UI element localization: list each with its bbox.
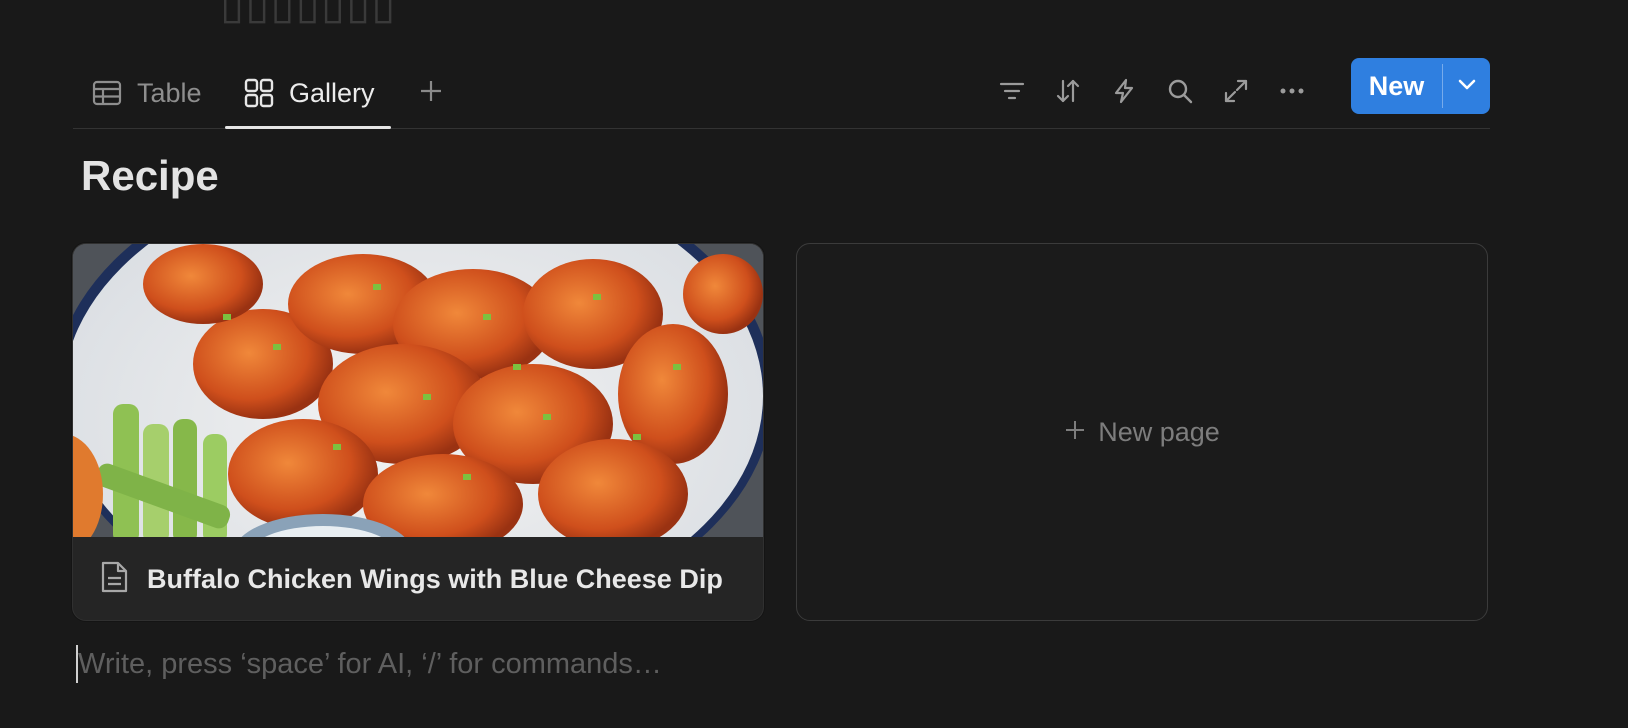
- filter-button[interactable]: [994, 75, 1030, 111]
- sort-icon: [1054, 77, 1082, 110]
- card-cover-image: [73, 244, 763, 537]
- tab-table[interactable]: Table: [91, 58, 202, 128]
- page-icon: [99, 560, 129, 599]
- table-icon: [91, 77, 123, 109]
- search-icon: [1166, 77, 1194, 110]
- new-page-text: New page: [1098, 416, 1220, 447]
- more-options-button[interactable]: [1274, 75, 1310, 111]
- new-dropdown-button[interactable]: [1443, 58, 1490, 114]
- add-view-button[interactable]: [413, 75, 449, 111]
- tab-table-label: Table: [137, 77, 202, 108]
- editor-placeholder: Write, press ‘space’ for AI, ‘/’ for com…: [78, 647, 662, 680]
- search-button[interactable]: [1162, 75, 1198, 111]
- gallery-icon: [243, 77, 275, 109]
- new-button[interactable]: New: [1351, 58, 1442, 114]
- automation-button[interactable]: [1106, 75, 1142, 111]
- card-footer: Buffalo Chicken Wings with Blue Cheese D…: [73, 537, 763, 620]
- view-tools: [994, 71, 1310, 115]
- card-title: Buffalo Chicken Wings with Blue Cheese D…: [147, 564, 723, 594]
- chevron-down-icon: [1456, 73, 1478, 100]
- tab-gallery-label: Gallery: [289, 77, 375, 108]
- filter-icon: [998, 77, 1026, 110]
- plus-icon: [419, 79, 443, 108]
- sort-button[interactable]: [1050, 75, 1086, 111]
- new-button-group: New: [1351, 58, 1490, 114]
- tab-gallery[interactable]: Gallery: [225, 58, 391, 129]
- new-page-card[interactable]: New page: [796, 243, 1488, 621]
- gallery-card[interactable]: Buffalo Chicken Wings with Blue Cheese D…: [72, 243, 764, 621]
- page-title: Recipe: [81, 152, 219, 199]
- previous-heading-fragment: ▯▯▯▯▯▯▯: [220, 0, 397, 28]
- expand-icon: [1222, 77, 1250, 110]
- automation-bolt-icon: [1110, 77, 1138, 110]
- expand-button[interactable]: [1218, 75, 1254, 111]
- plus-icon: [1064, 417, 1086, 448]
- editor-block[interactable]: Write, press ‘space’ for AI, ‘/’ for com…: [76, 644, 662, 684]
- view-toolbar: Table Gallery New: [73, 58, 1490, 129]
- more-icon: [1278, 77, 1306, 110]
- new-page-label: New page: [1064, 417, 1220, 448]
